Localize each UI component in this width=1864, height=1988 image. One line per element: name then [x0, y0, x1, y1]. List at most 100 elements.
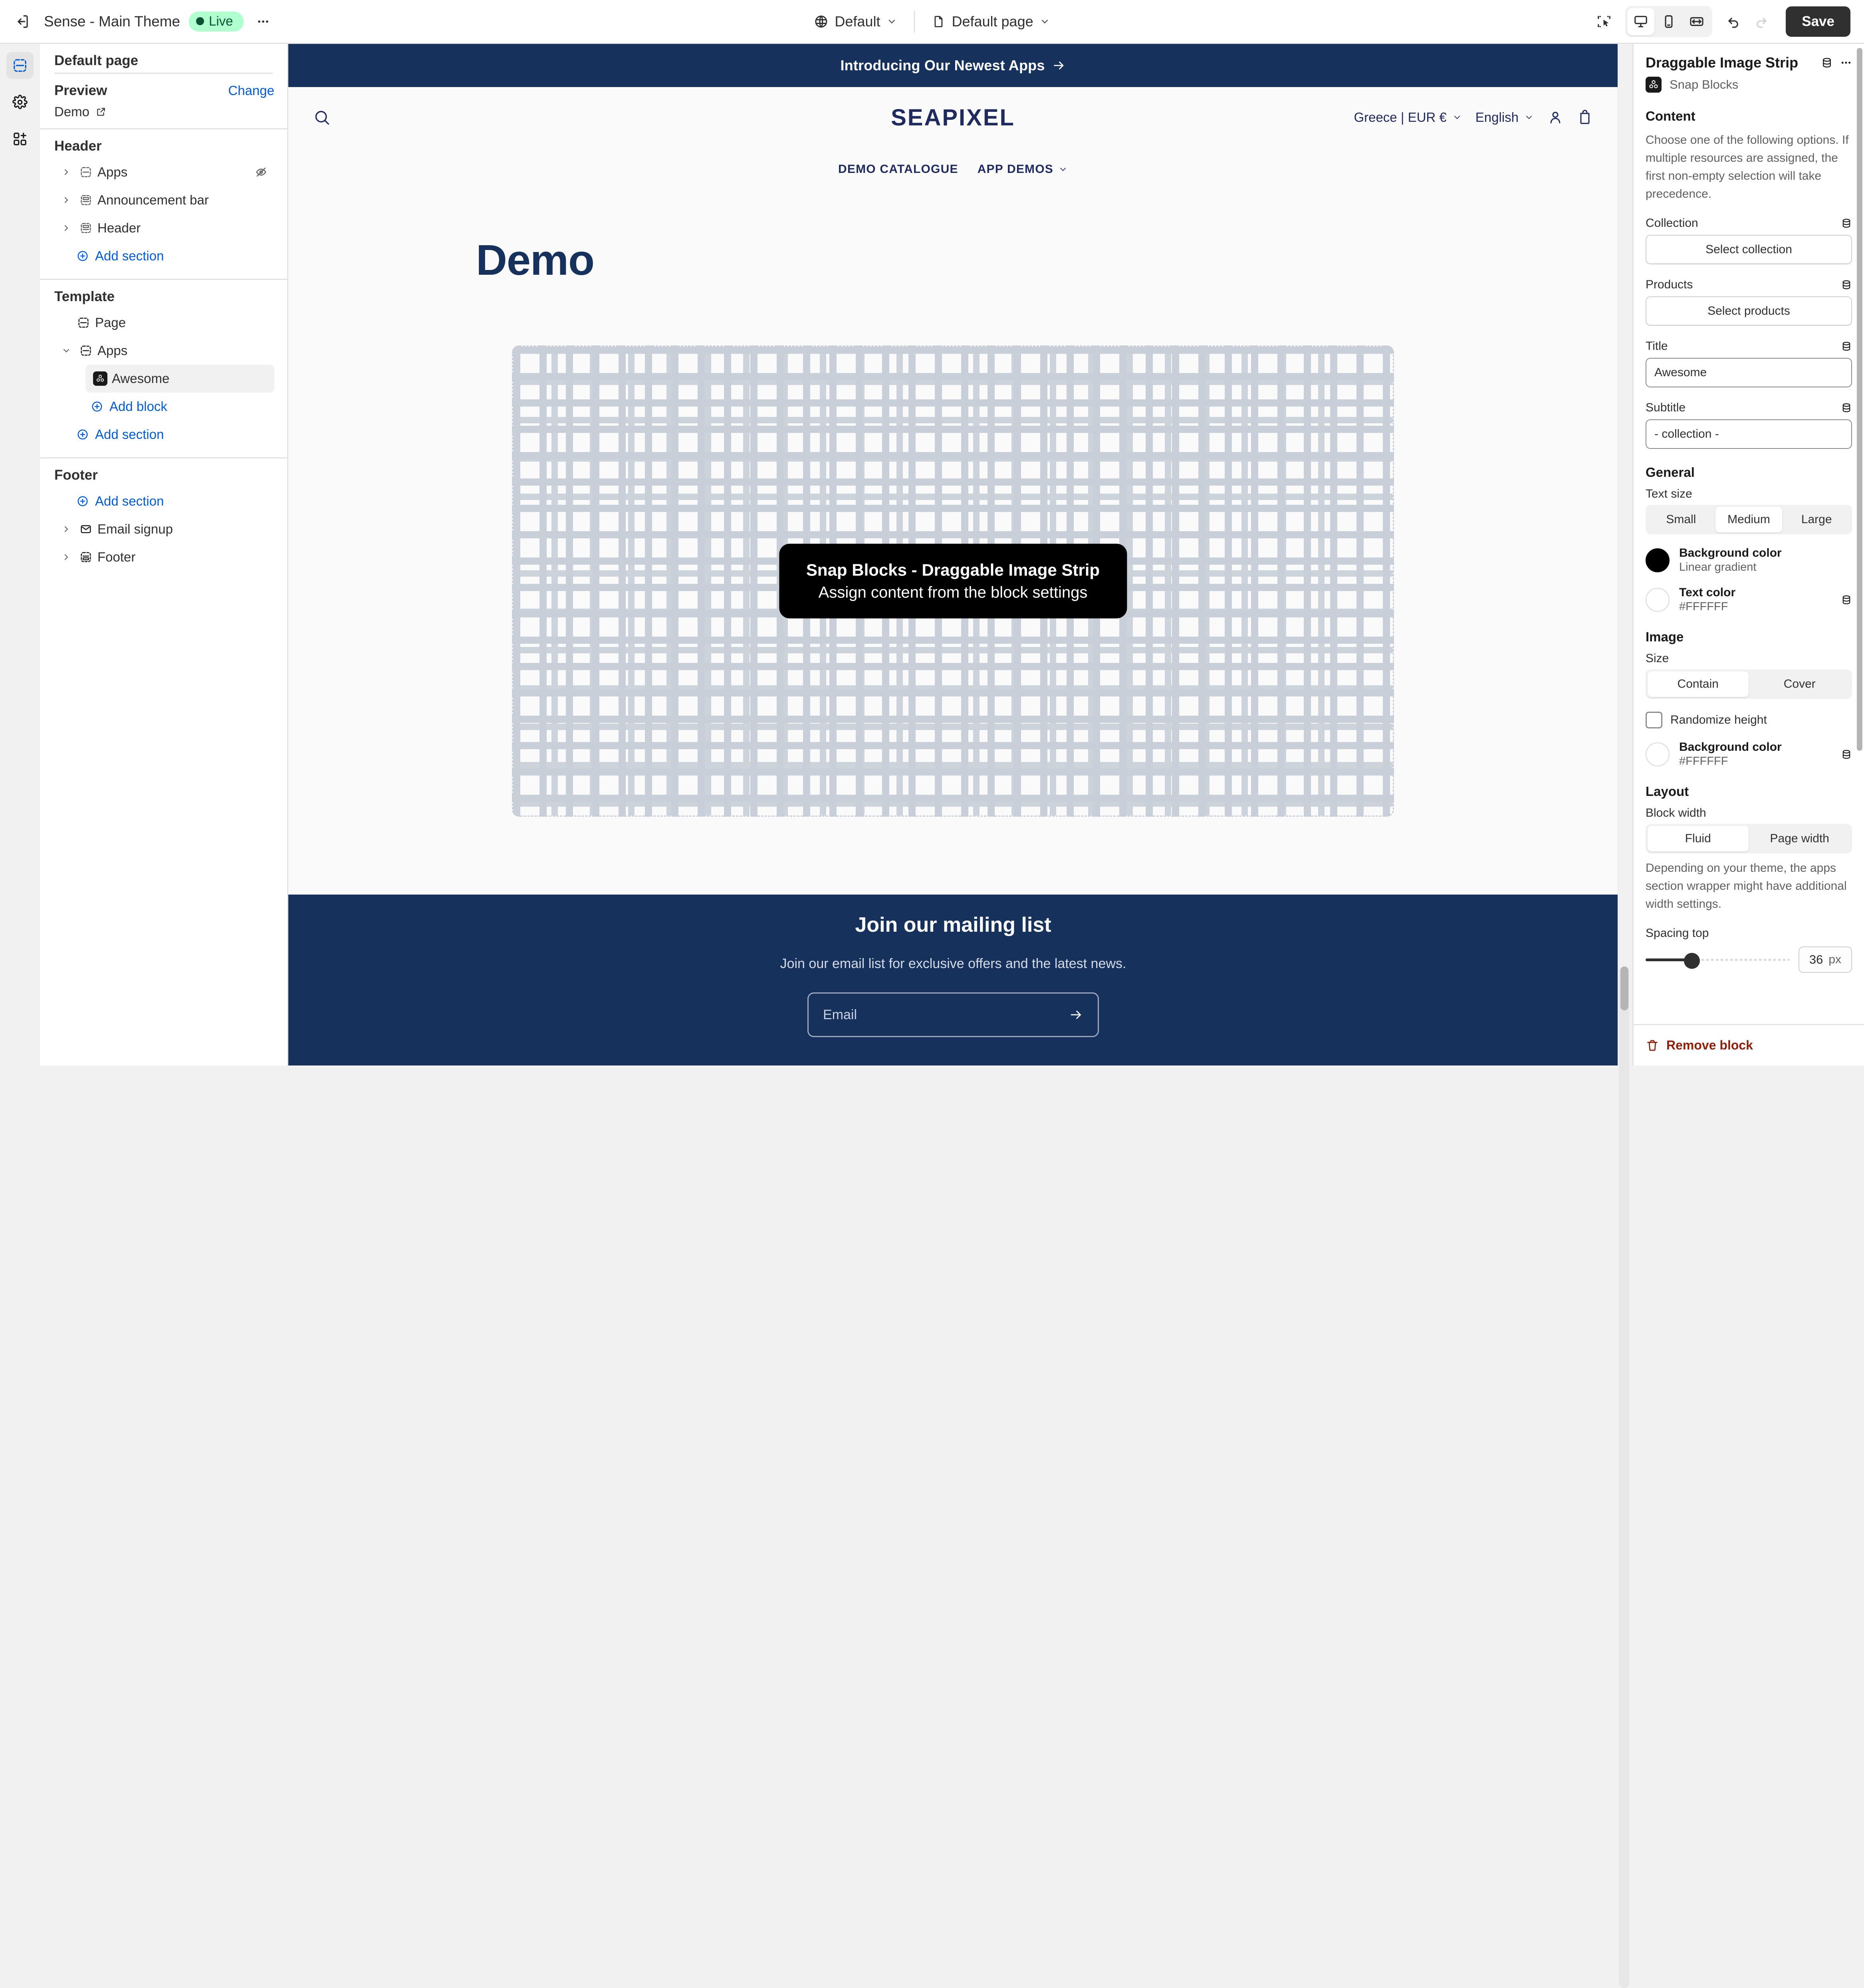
storefront-header: SEAPIXEL Greece | EUR € English DEMO CAT…: [288, 87, 1618, 191]
sidebar-item-page[interactable]: Page: [54, 309, 274, 337]
settings-panel-scrollbar-thumb[interactable]: [1857, 48, 1862, 751]
storefront-nav: DEMO CATALOGUE APP DEMOS: [288, 148, 1618, 191]
add-section-header-button[interactable]: Add section: [54, 242, 274, 270]
database-icon[interactable]: [1841, 218, 1852, 229]
database-icon[interactable]: [1841, 749, 1852, 760]
database-icon[interactable]: [1841, 594, 1852, 605]
canvas-scrollbar-track[interactable]: [1619, 966, 1629, 1988]
sidebar-item-apps-template[interactable]: Apps: [54, 337, 274, 365]
subtitle-field[interactable]: [1646, 419, 1852, 449]
text-color-swatch[interactable]: [1646, 587, 1670, 612]
fullwidth-icon[interactable]: [1683, 8, 1710, 35]
sidebar-item-label: Page: [95, 315, 126, 330]
canvas-scrollbar[interactable]: [1619, 966, 1629, 1988]
ellipsis-icon[interactable]: [251, 9, 276, 34]
image-size-option-contain[interactable]: Contain: [1648, 671, 1749, 697]
account-icon[interactable]: [1547, 109, 1563, 125]
chevron-right-icon[interactable]: [58, 192, 74, 208]
email-input[interactable]: Email: [807, 992, 1099, 1037]
storefront-logo[interactable]: SEAPIXEL: [891, 104, 1015, 131]
email-signup-title: Join our mailing list: [855, 913, 1051, 936]
preview-value-row[interactable]: Demo: [54, 104, 274, 119]
database-icon[interactable]: [1841, 341, 1852, 352]
storefront-preview[interactable]: Introducing Our Newest Apps SEAPIXEL Gre…: [288, 44, 1618, 1065]
arrow-right-icon[interactable]: [1069, 1008, 1083, 1022]
sidebar-item-email-signup[interactable]: Email signup: [54, 515, 274, 543]
search-icon[interactable]: [313, 109, 331, 126]
mobile-icon[interactable]: [1655, 8, 1682, 35]
text-size-option-large[interactable]: Large: [1783, 507, 1850, 532]
select-collection-button[interactable]: Select collection: [1646, 235, 1852, 264]
apps-add-icon[interactable]: [6, 125, 34, 153]
chevron-right-icon[interactable]: [58, 220, 74, 236]
block-placeholder-area[interactable]: Snap Blocks - Draggable Image Strip Assi…: [512, 345, 1394, 817]
sidebar-item-apps-header[interactable]: Apps: [54, 158, 274, 186]
storefront-email-signup-section[interactable]: Join our mailing list Join our email lis…: [288, 895, 1618, 1065]
market-selector[interactable]: Default: [806, 8, 905, 35]
nav-demo-catalogue[interactable]: DEMO CATALOGUE: [838, 163, 958, 176]
image-background-color-row[interactable]: Background color #FFFFFF: [1646, 740, 1852, 768]
add-section-label: Add section: [95, 427, 164, 442]
database-icon[interactable]: [1841, 402, 1852, 413]
sections-icon[interactable]: [6, 52, 34, 79]
select-products-button[interactable]: Select products: [1646, 296, 1852, 326]
page-selector[interactable]: Default page: [924, 8, 1058, 35]
background-color-texts: Background color Linear gradient: [1679, 546, 1782, 574]
section-icon: [74, 317, 93, 329]
nav-app-demos[interactable]: APP DEMOS: [978, 163, 1068, 176]
database-icon[interactable]: [1821, 57, 1833, 69]
database-icon[interactable]: [1841, 279, 1852, 290]
exit-icon[interactable]: [10, 9, 35, 34]
select-pointer-icon[interactable]: [1592, 9, 1616, 34]
block-width-option-fluid[interactable]: Fluid: [1648, 826, 1749, 851]
cart-icon[interactable]: [1577, 109, 1593, 125]
country-currency-selector[interactable]: Greece | EUR €: [1354, 110, 1461, 125]
randomize-height-checkbox[interactable]: [1646, 712, 1662, 728]
canvas-scrollbar-thumb[interactable]: [1620, 966, 1628, 1010]
remove-block-button[interactable]: Remove block: [1634, 1024, 1864, 1065]
email-input-placeholder: Email: [823, 1007, 857, 1022]
general-text-color-row[interactable]: Text color #FFFFFF: [1646, 586, 1852, 613]
sidebar-item-awesome[interactable]: Awesome: [85, 365, 274, 393]
change-preview-button[interactable]: Change: [228, 83, 274, 98]
save-button[interactable]: Save: [1786, 6, 1850, 37]
block-width-option-page-width[interactable]: Page width: [1749, 826, 1850, 851]
image-background-color-value: #FFFFFF: [1679, 755, 1728, 768]
redo-icon: [1749, 9, 1774, 34]
title-field[interactable]: [1646, 358, 1852, 387]
announcement-bar[interactable]: Introducing Our Newest Apps: [288, 44, 1618, 87]
spacing-top-numberbox[interactable]: 36 px: [1799, 946, 1852, 973]
sidebar-item-footer[interactable]: Footer: [54, 543, 274, 571]
preview-block: Preview Change Demo: [40, 74, 287, 128]
group-footer: Footer Add section Email signup Footer: [40, 458, 287, 580]
ellipsis-icon[interactable]: [1840, 57, 1852, 69]
sidebar-item-announcement-bar[interactable]: Announcement bar: [54, 186, 274, 214]
randomize-height-row[interactable]: Randomize height: [1646, 712, 1852, 728]
language-selector[interactable]: English: [1475, 110, 1534, 125]
general-background-color-row[interactable]: Background color Linear gradient: [1646, 546, 1852, 574]
text-size-option-medium[interactable]: Medium: [1715, 507, 1783, 532]
spacing-top-slider[interactable]: [1646, 952, 1790, 969]
gear-icon[interactable]: [6, 89, 34, 116]
image-size-option-cover[interactable]: Cover: [1749, 671, 1850, 697]
background-color-swatch[interactable]: [1646, 548, 1670, 572]
add-block-button[interactable]: Add block: [54, 393, 274, 421]
undo-icon[interactable]: [1721, 9, 1746, 34]
add-section-footer-button[interactable]: Add section: [54, 487, 274, 515]
hidden-eye-icon[interactable]: [255, 166, 267, 178]
add-section-template-button[interactable]: Add section: [54, 421, 274, 448]
desktop-icon[interactable]: [1627, 8, 1655, 35]
snap-blocks-icon: [91, 371, 109, 386]
chevron-down-icon[interactable]: [58, 343, 74, 359]
chevron-right-icon[interactable]: [58, 549, 74, 565]
slider-track[interactable]: [1697, 959, 1790, 961]
image-size-segmented-control: Contain Cover: [1646, 669, 1852, 699]
slider-handle[interactable]: [1684, 953, 1700, 969]
chevron-right-icon[interactable]: [58, 164, 74, 180]
text-size-option-small[interactable]: Small: [1648, 507, 1715, 532]
image-background-color-swatch[interactable]: [1646, 742, 1670, 766]
subtitle-label: Subtitle: [1646, 401, 1686, 414]
group-title-header: Header: [54, 138, 102, 154]
sidebar-item-header[interactable]: Header: [54, 214, 274, 242]
chevron-right-icon[interactable]: [58, 521, 74, 537]
